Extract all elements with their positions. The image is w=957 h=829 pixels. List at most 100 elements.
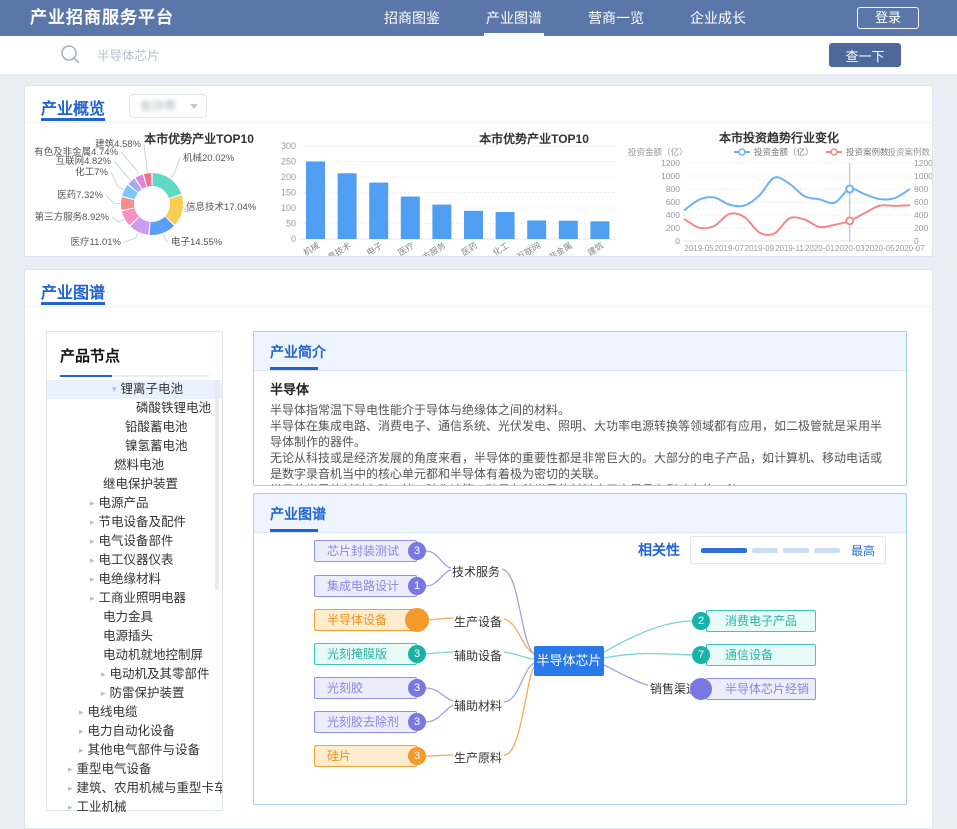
graph-node-芯片封装测试[interactable]: 芯片封装测试 [314, 540, 417, 562]
caret-right-icon[interactable]: ▸ [90, 532, 95, 551]
caret-right-icon[interactable]: ▸ [90, 570, 95, 589]
graph-node-光刻胶去除剂[interactable]: 光刻胶去除剂 [314, 711, 417, 733]
caret-right-icon[interactable]: ▸ [101, 665, 106, 684]
branch-label-辅助设备: 辅助设备 [454, 647, 502, 664]
tree-item-7[interactable]: ▸节电设备及配件 [47, 513, 222, 532]
graph-node-通信设备[interactable]: 通信设备 [706, 644, 816, 666]
graph-badge-光刻掩膜版[interactable]: 3 [408, 645, 426, 663]
graph-badge-硅片[interactable]: 3 [408, 747, 426, 765]
tree-item-15[interactable]: ▸电动机及其零部件 [47, 665, 222, 684]
caret-right-icon[interactable]: ▸ [68, 779, 73, 798]
bar-互联网[interactable] [527, 220, 546, 239]
legend-投资案例数[interactable]: 投资案例数 [846, 147, 889, 157]
caret-right-icon[interactable]: ▸ [90, 494, 95, 513]
search-button[interactable]: 查一下 [829, 43, 901, 67]
region-select[interactable]: 长沙市 [129, 94, 207, 118]
intro-paragraph-2: 无论从科技或是经济发展的角度来看，半导体的重要性都是非常巨大的。大部分的电子产品… [270, 450, 890, 482]
caret-right-icon[interactable]: ▸ [90, 589, 95, 608]
bar-建筑[interactable] [590, 221, 609, 239]
graph-badge-半导体设备[interactable] [405, 608, 429, 632]
tree-item-2[interactable]: 铅酸蓄电池 [47, 418, 222, 437]
tree-item-20[interactable]: ▸重型电气设备 [47, 760, 222, 779]
caret-right-icon[interactable]: ▸ [79, 741, 84, 760]
login-button[interactable]: 登录 [857, 7, 919, 29]
caret-right-icon[interactable]: ▸ [68, 760, 73, 779]
graph-badge-通信设备[interactable]: 7 [692, 646, 710, 664]
tree-item-19[interactable]: ▸其他电气部件与设备 [47, 741, 222, 760]
graph-node-消费电子产品[interactable]: 消费电子产品 [706, 610, 816, 632]
graph-center-node[interactable]: 半导体芯片 [534, 646, 604, 676]
bar-信息技术[interactable] [338, 173, 357, 239]
svg-text:本市优势产业TOP10: 本市优势产业TOP10 [479, 131, 589, 146]
bar-医疗[interactable] [401, 197, 420, 239]
graph-badge-光刻胶去除剂[interactable]: 3 [408, 713, 426, 731]
tree-item-11[interactable]: ▸工商业照明电器 [47, 589, 222, 608]
tree-item-16[interactable]: ▸防雷保护装置 [47, 684, 222, 703]
graph-node-硅片[interactable]: 硅片 [314, 745, 417, 767]
bar-医药[interactable] [464, 211, 483, 239]
tree-item-1[interactable]: 磷酸铁锂电池 [47, 399, 222, 418]
graph-node-光刻掩膜版[interactable]: 光刻掩膜版 [314, 643, 417, 665]
tree-item-5[interactable]: 继电保护装置 [47, 475, 222, 494]
tree-item-10[interactable]: ▸电绝缘材料 [47, 570, 222, 589]
caret-right-icon[interactable]: ▸ [79, 703, 84, 722]
donut-slice-医药[interactable] [121, 197, 134, 210]
industry-top10-bar-chart[interactable]: 本市优势产业TOP10050100150200250300机械信息技术电子医疗第… [276, 131, 622, 256]
tree-scrollbar[interactable] [215, 380, 219, 590]
donut-slice-机械[interactable] [152, 173, 181, 198]
bar-label-医疗: 医疗 [396, 240, 416, 256]
tree-item-22[interactable]: ▸工业机械 [47, 798, 222, 817]
graph-badge-光刻胶[interactable]: 3 [408, 679, 426, 697]
graph-node-半导体设备[interactable]: 半导体设备 [314, 609, 417, 631]
intro-paragraph-3: 常见的半导体材料有硅、锗、砷化镓等，硅是各种半导体材料应用中最具有影响力的一种。 [270, 482, 890, 486]
region-select-value: 长沙市 [140, 99, 176, 113]
nav-item-2[interactable]: 营商一览 [576, 0, 656, 36]
nav-item-0[interactable]: 招商图鉴 [372, 0, 452, 36]
caret-right-icon[interactable]: ▸ [68, 798, 73, 817]
tree-item-6[interactable]: ▸电源产品 [47, 494, 222, 513]
search-bar: 查一下 [0, 36, 957, 75]
investment-trend-line-chart[interactable]: 本市投资趋势行业变化投资金额（亿）投资案例数投资金额（亿）投资案例数002002… [626, 131, 932, 256]
intro-title: 产业简介 [270, 342, 326, 362]
legend-投资金额（亿）[interactable]: 投资金额（亿） [754, 147, 814, 157]
tree-item-label: 建筑、农用机械与重型卡车 [77, 781, 222, 795]
nav-item-3[interactable]: 企业成长 [678, 0, 758, 36]
donut-label-医疗: 医疗11.01% [70, 236, 121, 248]
industry-top10-donut-chart[interactable]: 本市优势产业TOP10机械20.02%信息技术17.04%电子14.55%医疗1… [31, 131, 279, 256]
tree-item-14[interactable]: 电动机就地控制屏 [47, 646, 222, 665]
graph-node-集成电路设计[interactable]: 集成电路设计 [314, 575, 417, 597]
caret-right-icon[interactable]: ▸ [101, 684, 106, 703]
caret-right-icon[interactable]: ▸ [90, 513, 95, 532]
tree-item-9[interactable]: ▸电工仪器仪表 [47, 551, 222, 570]
graph-badge-消费电子产品[interactable]: 2 [692, 612, 710, 630]
bar-电子[interactable] [369, 183, 388, 239]
graph-node-半导体芯片经销[interactable]: 半导体芯片经销 [706, 678, 816, 700]
tree-item-8[interactable]: ▸电气设备部件 [47, 532, 222, 551]
graph-badge-芯片封装测试[interactable]: 3 [408, 542, 426, 560]
tree-item-4[interactable]: 燃料电池 [47, 456, 222, 475]
tree-item-3[interactable]: 镍氢蓄电池 [47, 437, 222, 456]
tree-item-18[interactable]: ▸电力自动化设备 [47, 722, 222, 741]
bar-有色及非金属[interactable] [559, 221, 578, 239]
bar-化工[interactable] [496, 212, 515, 239]
tree-item-0[interactable]: ▾锂离子电池 [47, 380, 222, 399]
caret-right-icon[interactable]: ▸ [90, 551, 95, 570]
svg-text:300: 300 [281, 141, 296, 151]
graph-node-光刻胶[interactable]: 光刻胶 [314, 677, 417, 699]
product-node-panel: 产品节点 ▾锂离子电池磷酸铁锂电池铅酸蓄电池镍氢蓄电池燃料电池继电保护装置▸电源… [46, 331, 223, 811]
tree-item-21[interactable]: ▸ 建筑、农用机械与重型卡车 [47, 779, 222, 798]
caret-down-icon[interactable]: ▾ [112, 380, 117, 399]
search-input[interactable] [95, 40, 749, 72]
tree-item-label: 电线电缆 [88, 705, 138, 719]
caret-right-icon[interactable]: ▸ [79, 722, 84, 741]
tree-item-13[interactable]: 电源插头 [47, 627, 222, 646]
bar-第三方服务[interactable] [432, 205, 451, 239]
bar-机械[interactable] [306, 162, 325, 240]
tree-item-label: 电力金具 [103, 610, 153, 624]
bar-label-化工: 化工 [491, 240, 511, 256]
graph-badge-集成电路设计[interactable]: 1 [408, 577, 426, 595]
tree-item-12[interactable]: 电力金具 [47, 608, 222, 627]
tree-item-17[interactable]: ▸ 电线电缆 [47, 703, 222, 722]
graph-badge-半导体芯片经销[interactable] [690, 678, 712, 700]
nav-item-1[interactable]: 产业图谱 [474, 0, 554, 36]
